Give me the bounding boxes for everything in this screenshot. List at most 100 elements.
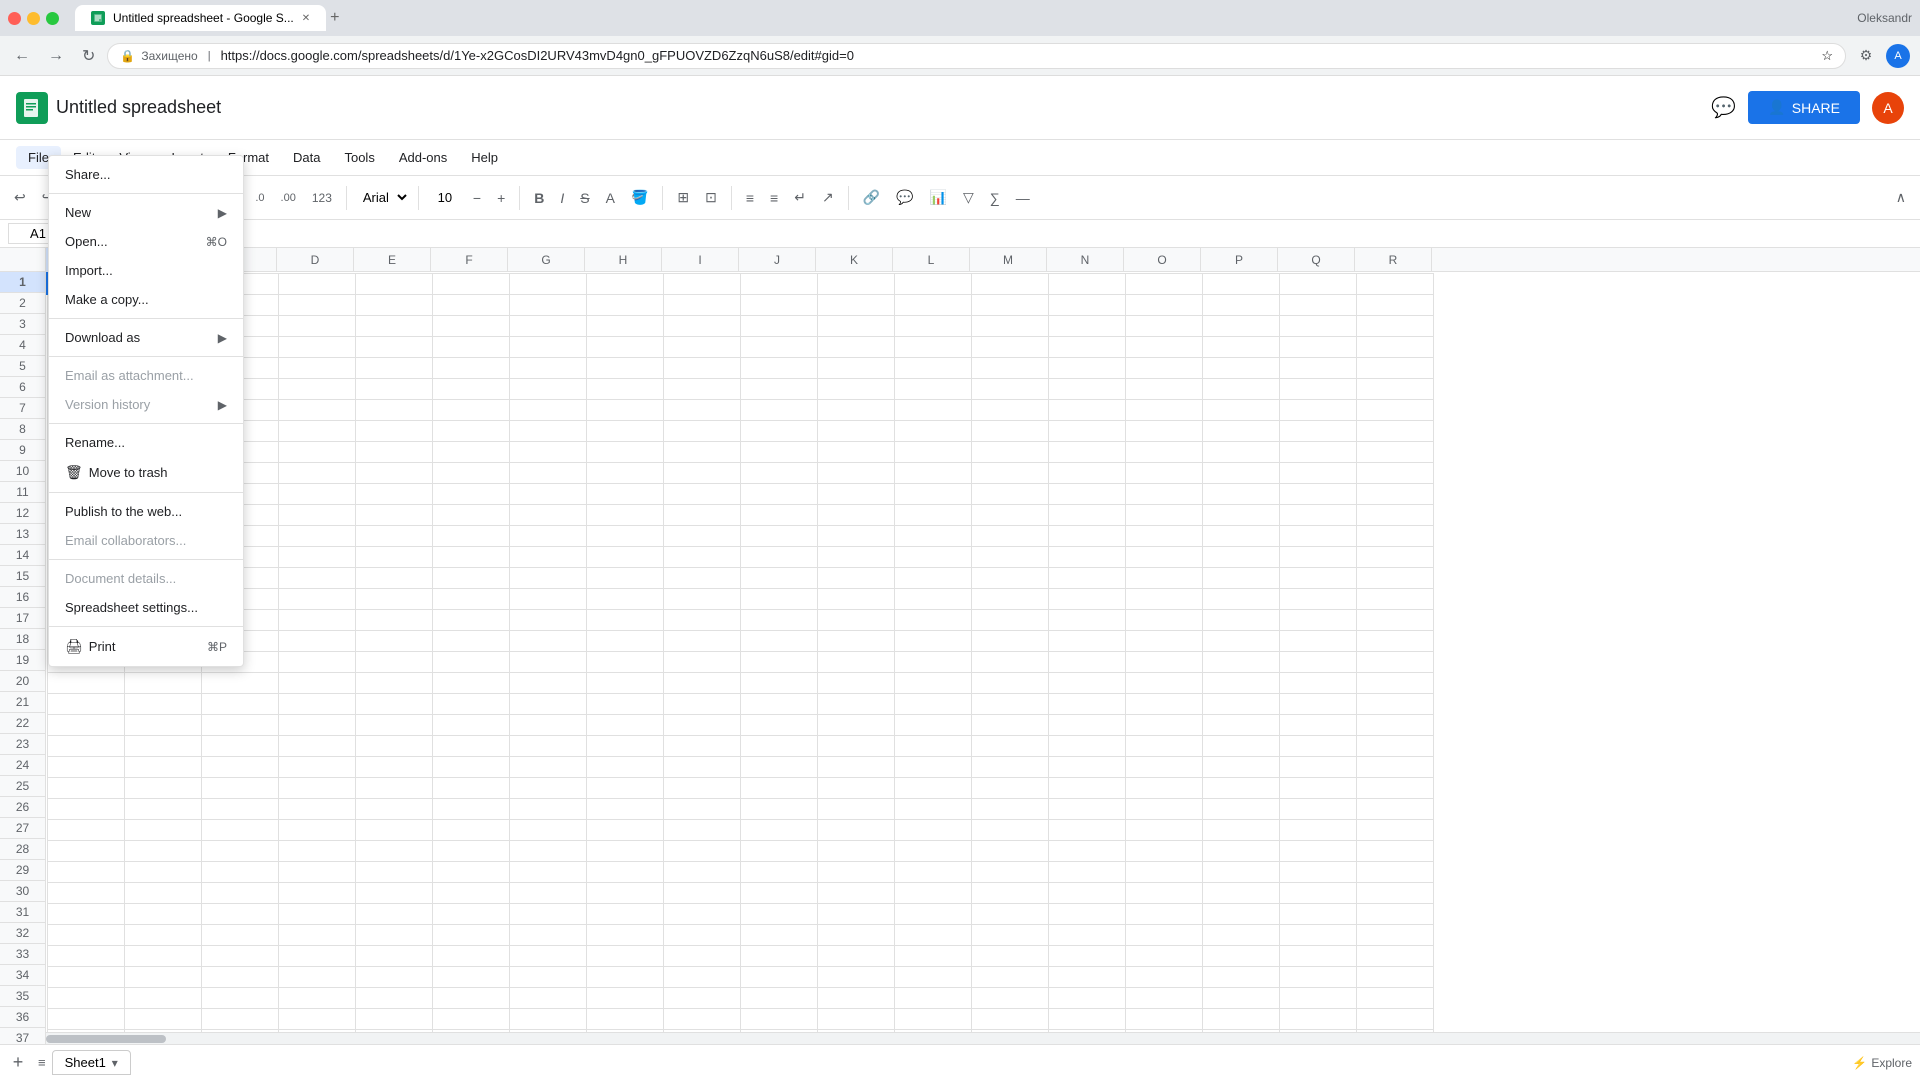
- grid-cell[interactable]: [47, 777, 124, 798]
- grid-cell[interactable]: [1279, 777, 1356, 798]
- grid-cell[interactable]: [663, 294, 740, 315]
- grid-cell[interactable]: [740, 798, 817, 819]
- grid-cell[interactable]: [509, 399, 586, 420]
- grid-cell[interactable]: [1356, 609, 1433, 630]
- grid-cell[interactable]: [1356, 903, 1433, 924]
- row-number-7[interactable]: 7: [0, 398, 45, 419]
- grid-cell[interactable]: [971, 630, 1048, 651]
- grid-cell[interactable]: [971, 441, 1048, 462]
- grid-cell[interactable]: [509, 651, 586, 672]
- grid-cell[interactable]: [432, 861, 509, 882]
- format-decimal-dec[interactable]: .00: [275, 188, 302, 208]
- grid-cell[interactable]: [1125, 756, 1202, 777]
- grid-cell[interactable]: [1202, 777, 1279, 798]
- grid-cell[interactable]: [1279, 945, 1356, 966]
- grid-cell[interactable]: [124, 756, 201, 777]
- browser-tab[interactable]: Untitled spreadsheet - Google S... ✕: [75, 5, 326, 31]
- grid-cell[interactable]: [971, 567, 1048, 588]
- grid-cell[interactable]: [355, 714, 432, 735]
- grid-cell[interactable]: [355, 294, 432, 315]
- grid-cell[interactable]: [1279, 924, 1356, 945]
- col-header-e[interactable]: E: [354, 248, 431, 272]
- grid-cell[interactable]: [586, 399, 663, 420]
- grid-cell[interactable]: [1356, 735, 1433, 756]
- grid-cell[interactable]: [124, 903, 201, 924]
- grid-cell[interactable]: [355, 798, 432, 819]
- grid-cell[interactable]: [201, 1008, 278, 1029]
- grid-cell[interactable]: [1356, 756, 1433, 777]
- grid-cell[interactable]: [971, 525, 1048, 546]
- strikethrough-button[interactable]: S: [574, 186, 595, 210]
- grid-cell[interactable]: [278, 651, 355, 672]
- grid-cell[interactable]: [740, 861, 817, 882]
- grid-cell[interactable]: [509, 315, 586, 336]
- grid-cell[interactable]: [1356, 294, 1433, 315]
- grid-cell[interactable]: [201, 672, 278, 693]
- grid-cell[interactable]: [894, 504, 971, 525]
- grid-cell[interactable]: [432, 819, 509, 840]
- grid-cell[interactable]: [432, 462, 509, 483]
- sheet-tab-1[interactable]: Sheet1 ▾: [52, 1050, 131, 1075]
- close-window-button[interactable]: [8, 12, 21, 25]
- row-number-35[interactable]: 35: [0, 986, 45, 1007]
- grid-cell[interactable]: [817, 630, 894, 651]
- grid-cell[interactable]: [1202, 756, 1279, 777]
- grid-cell[interactable]: [740, 315, 817, 336]
- grid-cell[interactable]: [894, 483, 971, 504]
- grid-cell[interactable]: [355, 609, 432, 630]
- menu-addons[interactable]: Add-ons: [387, 146, 459, 169]
- grid-cell[interactable]: [971, 672, 1048, 693]
- grid-cell[interactable]: [971, 462, 1048, 483]
- grid-cell[interactable]: [278, 840, 355, 861]
- grid-cell[interactable]: [1279, 840, 1356, 861]
- menu-item-email-collaborators[interactable]: Email collaborators...: [49, 526, 243, 555]
- grid-cell[interactable]: [432, 336, 509, 357]
- grid-cell[interactable]: [894, 840, 971, 861]
- grid-cell[interactable]: [740, 735, 817, 756]
- grid-cell[interactable]: [1279, 483, 1356, 504]
- row-number-25[interactable]: 25: [0, 776, 45, 797]
- grid-cell[interactable]: [1279, 294, 1356, 315]
- grid-cell[interactable]: [1356, 336, 1433, 357]
- grid-cell[interactable]: [1125, 693, 1202, 714]
- grid-cell[interactable]: [432, 399, 509, 420]
- grid-cell[interactable]: [355, 966, 432, 987]
- grid-cell[interactable]: [355, 399, 432, 420]
- grid-cell[interactable]: [509, 1008, 586, 1029]
- grid-cell[interactable]: [432, 777, 509, 798]
- grid-cell[interactable]: [586, 273, 663, 294]
- font-size-increase[interactable]: +: [491, 186, 511, 210]
- grid-cell[interactable]: [1048, 798, 1125, 819]
- grid-cell[interactable]: [740, 987, 817, 1008]
- grid-cell[interactable]: [740, 441, 817, 462]
- grid-cell[interactable]: [586, 504, 663, 525]
- menu-item-rename[interactable]: Rename...: [49, 428, 243, 457]
- grid-cell[interactable]: [1356, 399, 1433, 420]
- grid-cell[interactable]: [740, 1008, 817, 1029]
- grid-cell[interactable]: [971, 357, 1048, 378]
- grid-cell[interactable]: [1279, 672, 1356, 693]
- grid-cell[interactable]: [355, 315, 432, 336]
- menu-item-share[interactable]: Share...: [49, 160, 243, 189]
- grid-cell[interactable]: [586, 441, 663, 462]
- grid-cell[interactable]: [355, 630, 432, 651]
- grid-cell[interactable]: [663, 819, 740, 840]
- row-number-30[interactable]: 30: [0, 881, 45, 902]
- grid-cell[interactable]: [1048, 546, 1125, 567]
- grid-cell[interactable]: [1202, 672, 1279, 693]
- grid-cell[interactable]: [278, 1008, 355, 1029]
- grid-cell[interactable]: [1279, 714, 1356, 735]
- formula-input[interactable]: [107, 224, 1912, 243]
- grid-cell[interactable]: [1279, 441, 1356, 462]
- grid-cell[interactable]: [509, 735, 586, 756]
- grid-cell[interactable]: [740, 546, 817, 567]
- grid-cell[interactable]: [1202, 924, 1279, 945]
- grid-cell[interactable]: [278, 567, 355, 588]
- grid-cell[interactable]: [894, 378, 971, 399]
- grid-cell[interactable]: [586, 735, 663, 756]
- grid-cell[interactable]: [355, 693, 432, 714]
- grid-cell[interactable]: [586, 336, 663, 357]
- grid-cell[interactable]: [47, 1008, 124, 1029]
- tab-close-button[interactable]: ✕: [302, 13, 310, 24]
- grid-cell[interactable]: [971, 903, 1048, 924]
